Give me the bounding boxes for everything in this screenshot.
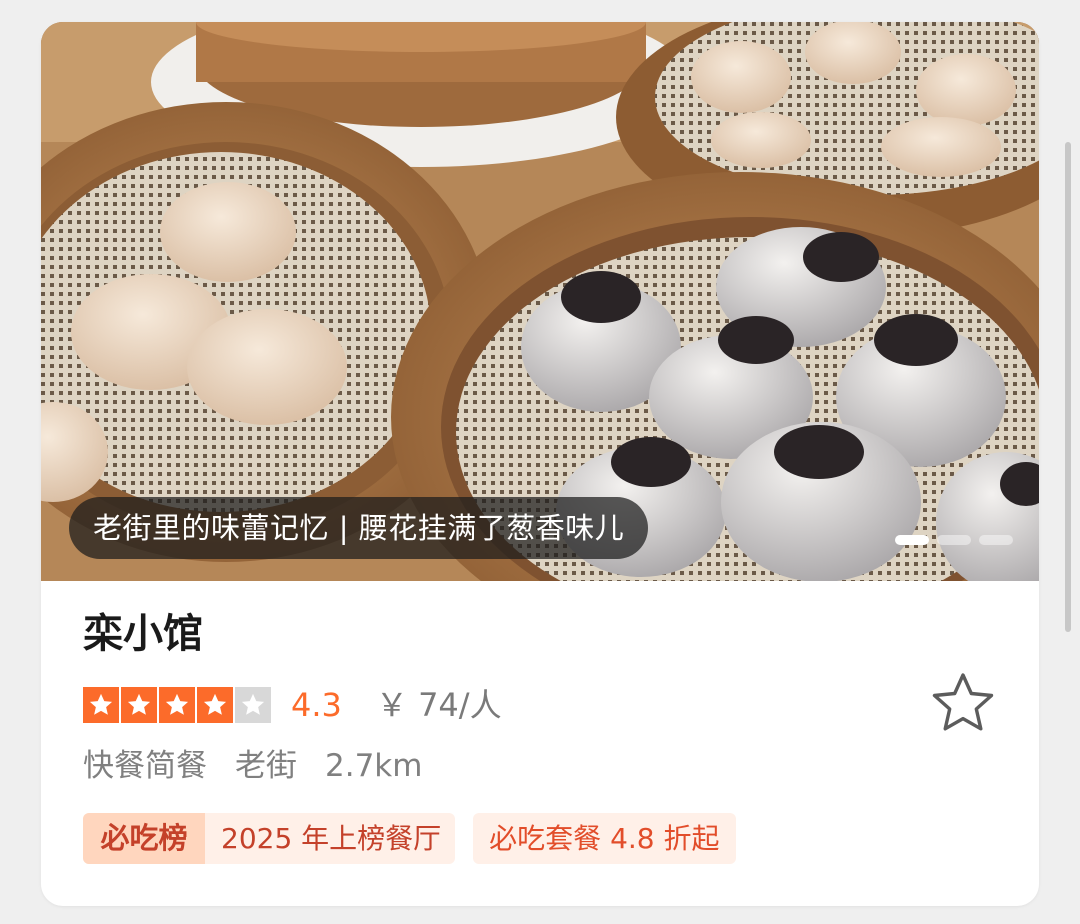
rating-row: 4.3 ￥ 74/人 [83,683,502,727]
category-label: 快餐简餐 [83,748,207,784]
carousel-dot[interactable] [937,535,971,545]
deal-tag[interactable]: 必吃套餐 4.8 折起 [473,813,736,864]
rating-stars [83,687,271,723]
restaurant-meta: 快餐简餐 老街 2.7km [83,743,450,789]
carousel-indicator[interactable] [895,535,1013,545]
must-eat-logo: 必吃榜 [83,813,205,864]
rank-tag-text: 2025 年上榜餐厅 [221,822,442,855]
carousel-dot[interactable] [979,535,1013,545]
must-eat-rank-tag[interactable]: 必吃榜 2025 年上榜餐厅 [83,813,456,864]
favorite-star-icon[interactable] [930,670,996,736]
star-filled-icon [197,687,233,723]
restaurant-card[interactable]: 老街里的味蕾记忆 | 腰花挂满了葱香味儿 栾小馆 4.3 ￥ 74/人 快餐简餐… [41,22,1039,906]
star-empty-icon [235,687,271,723]
area-label: 老街 [235,748,297,784]
scrollbar[interactable] [1065,142,1071,632]
tags-row: 必吃榜 2025 年上榜餐厅 必吃套餐 4.8 折起 [83,813,736,864]
dish-photo[interactable]: 老街里的味蕾记忆 | 腰花挂满了葱香味儿 [41,22,1039,581]
distance-label: 2.7km [325,748,423,784]
star-filled-icon [159,687,195,723]
star-filled-icon [83,687,119,723]
price-per-person: ￥ 74/人 [375,686,502,724]
star-filled-icon [121,687,157,723]
rating-score: 4.3 [291,686,342,724]
photo-caption: 老街里的味蕾记忆 | 腰花挂满了葱香味儿 [69,497,649,559]
carousel-dot-active[interactable] [895,535,929,545]
restaurant-name[interactable]: 栾小馆 [83,608,203,660]
